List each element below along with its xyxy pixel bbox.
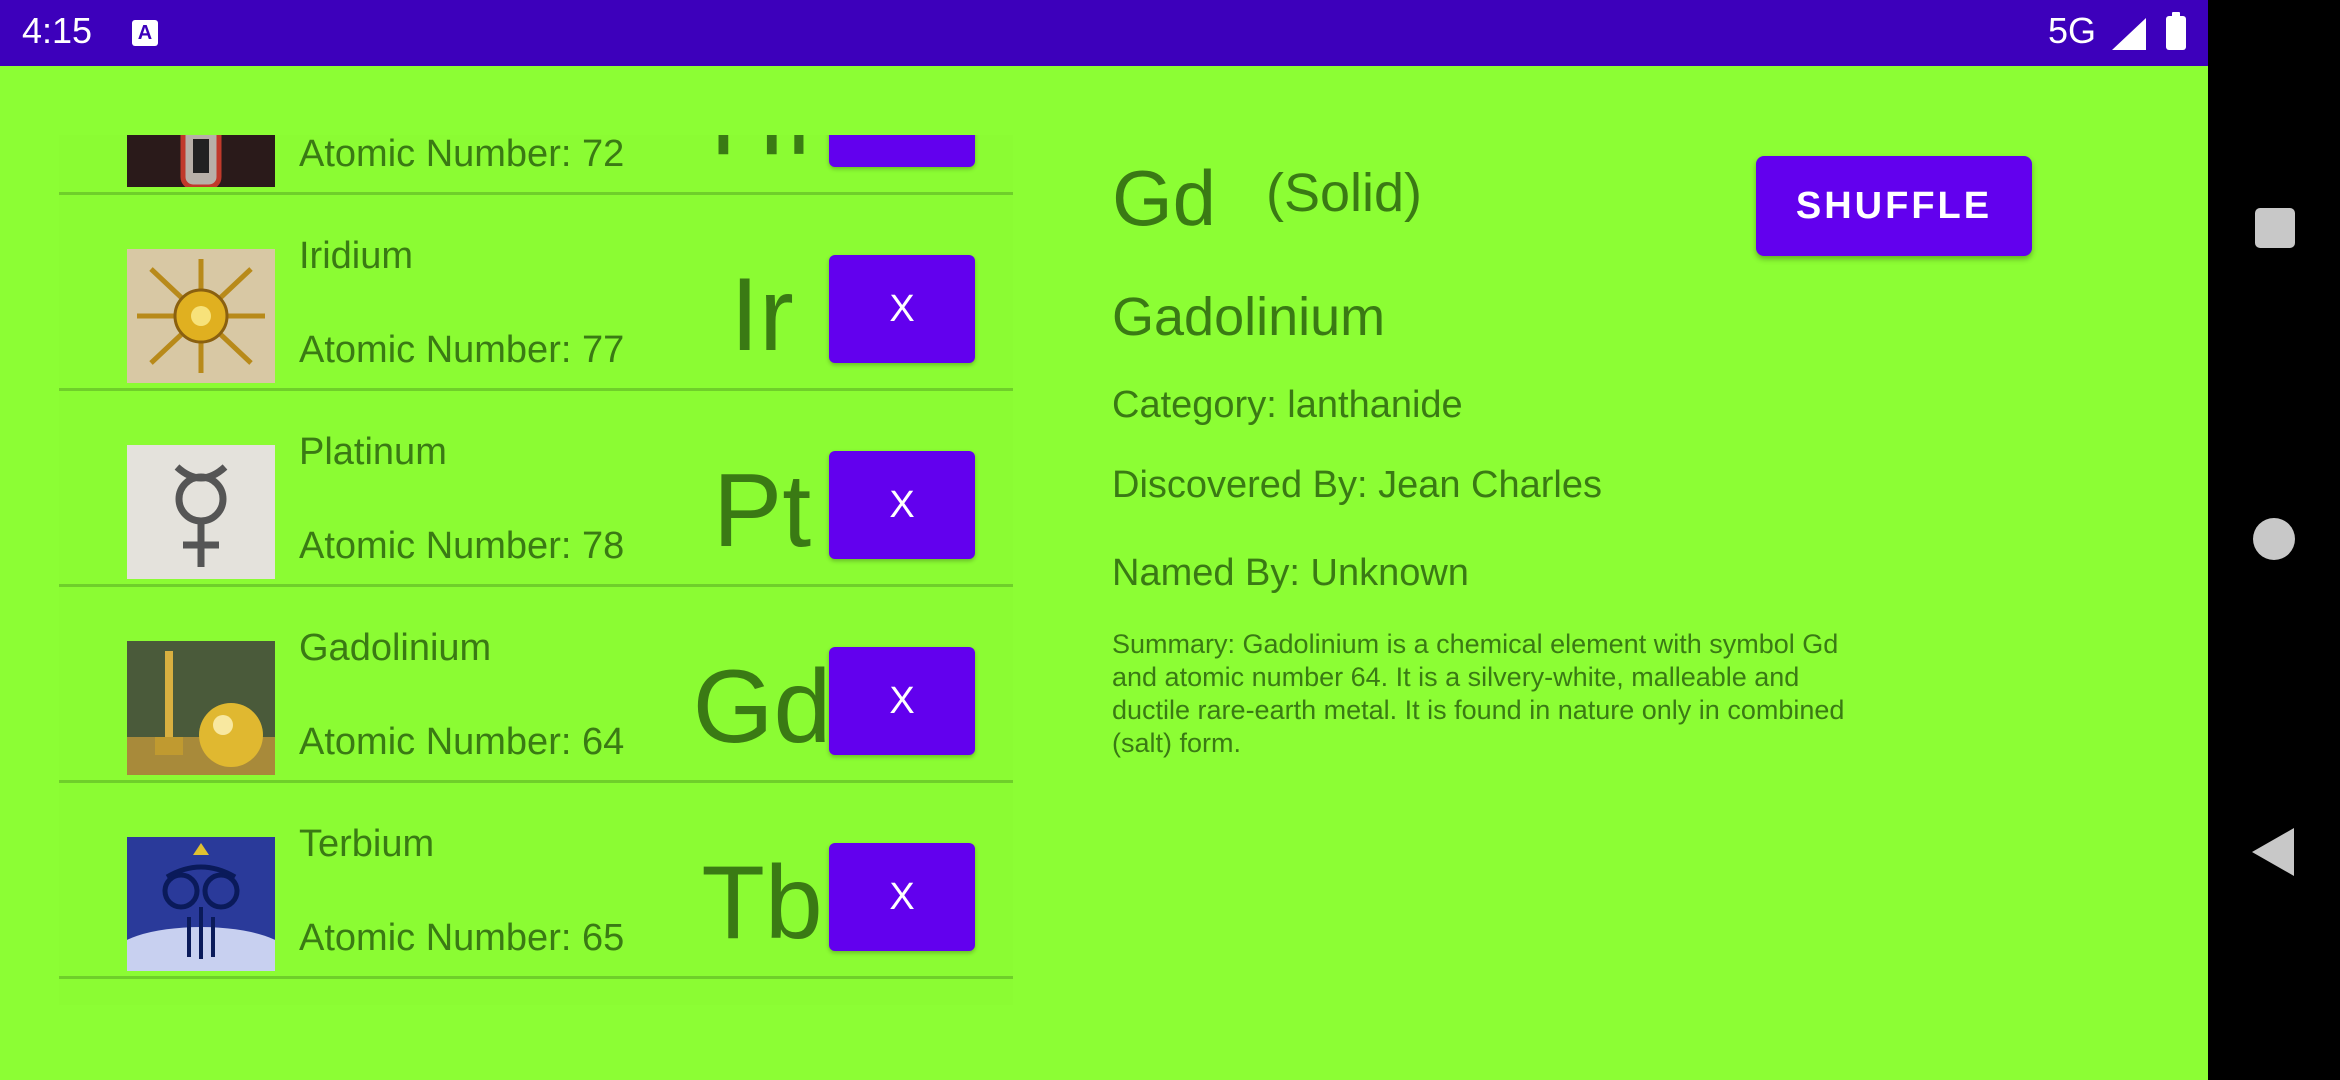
navigation-bar [2208, 0, 2340, 1080]
notification-icon: A [132, 20, 158, 46]
terbium-thumbnail [127, 837, 275, 971]
iridium-thumbnail [127, 249, 275, 383]
element-name: Iridium [299, 235, 414, 277]
hafnium-thumbnail [127, 135, 275, 187]
signal-icon [2112, 18, 2146, 50]
list-item[interactable]: Terbium Atomic Number: 65 Tb X [59, 783, 1013, 979]
detail-symbol: Gd [1112, 154, 1217, 242]
element-list[interactable]: Atomic Number: 72 Hf X Iridium Atomic Nu… [59, 135, 1013, 1005]
detail-name: Gadolinium [1112, 287, 1386, 347]
remove-button[interactable]: X [829, 255, 975, 363]
detail-summary: Summary: Gadolinium is a chemical elemen… [1112, 629, 1845, 758]
atomic-number: Atomic Number: 77 [299, 329, 625, 371]
atomic-number: Atomic Number: 72 [299, 135, 625, 175]
status-time: 4:15 [22, 10, 93, 51]
remove-button[interactable]: X [829, 135, 975, 167]
atomic-number: Atomic Number: 78 [299, 525, 625, 567]
gadolinium-thumbnail [127, 641, 275, 775]
atomic-number: Atomic Number: 65 [299, 917, 625, 959]
home-icon[interactable] [2253, 518, 2295, 560]
shuffle-button[interactable]: SHUFFLE [1756, 156, 2032, 256]
battery-icon [2166, 12, 2186, 50]
detail-named-by: Named By: Unknown [1112, 552, 1469, 594]
remove-button[interactable]: X [829, 451, 975, 559]
list-item[interactable]: Platinum Atomic Number: 78 Pt X [59, 391, 1013, 587]
detail-category: Category: lanthanide [1112, 384, 1463, 426]
recent-apps-icon[interactable] [2255, 208, 2295, 248]
detail-state: (Solid) [1266, 163, 1423, 223]
platinum-thumbnail [127, 445, 275, 579]
element-name: Gadolinium [299, 627, 492, 669]
remove-button[interactable]: X [829, 843, 975, 951]
detail-discovered-by: Discovered By: Jean Charles [1112, 464, 1602, 506]
list-item[interactable]: Atomic Number: 72 Hf X [59, 135, 1013, 195]
remove-button[interactable]: X [829, 647, 975, 755]
element-name: Platinum [299, 431, 447, 473]
back-icon[interactable] [2252, 828, 2294, 876]
list-item[interactable]: Gadolinium Atomic Number: 64 Gd X [59, 587, 1013, 783]
element-name: Terbium [299, 823, 435, 865]
list-item[interactable]: Iridium Atomic Number: 77 Ir X [59, 195, 1013, 391]
atomic-number: Atomic Number: 64 [299, 721, 625, 763]
